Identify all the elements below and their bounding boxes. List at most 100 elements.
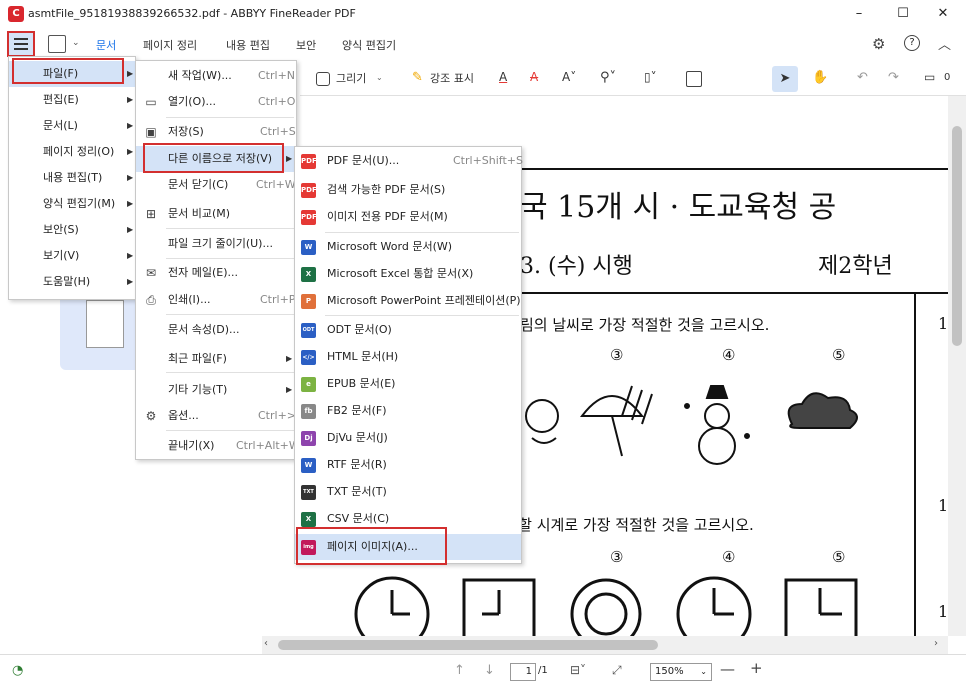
highlight-label[interactable]: 강조 표시	[430, 70, 474, 86]
close-document-item[interactable]: 문서 닫기(C) Ctrl+W	[136, 172, 296, 198]
redo-icon[interactable]: ↷	[888, 70, 899, 85]
menu-item-security[interactable]: 보안(S) ▶	[9, 217, 135, 243]
choice-4-label: ④	[722, 346, 736, 364]
csv-icon: X	[301, 512, 316, 527]
save-as-epub-item[interactable]: e EPUB 문서(E)	[295, 371, 521, 397]
choice-5-label: ⑤	[832, 346, 846, 364]
horizontal-scrollbar[interactable]: ‹ ›	[262, 636, 948, 654]
save-as-odt-item[interactable]: ODT ODT 문서(O)	[295, 317, 521, 343]
pdf-icon: PDF	[301, 183, 317, 198]
underline-text-icon[interactable]: A	[499, 70, 507, 84]
prev-page-icon[interactable]: ↑	[454, 663, 465, 678]
save-as-txt-item[interactable]: TXT TXT 문서(T)	[295, 479, 521, 505]
menu-item-help[interactable]: 도움말(H) ▶	[9, 269, 135, 295]
chevron-down-icon[interactable]: ⌄	[72, 38, 80, 48]
draw-label[interactable]: 그리기	[336, 70, 366, 86]
tab-edit-content[interactable]: 내용 편집	[226, 37, 270, 53]
recent-files-item[interactable]: 최근 파일(F) ▶	[136, 346, 296, 372]
txt-icon: TXT	[301, 485, 316, 500]
open-item[interactable]: ▭ 열기(O)... Ctrl+O	[136, 89, 296, 115]
choice-3-label: ③	[610, 346, 624, 364]
save-item[interactable]: ▣ 저장(S) Ctrl+S	[136, 119, 296, 145]
tab-form-editor[interactable]: 양식 편집기	[342, 37, 396, 53]
compare-documents-item[interactable]: ⊞ 문서 비교(M)	[136, 201, 296, 227]
status-bar: ◔ ↑ ↓ 1 /1 ⊟˅ ⤢ 150% ⌄ — +	[0, 654, 966, 690]
fit-page-icon[interactable]: ⤢	[612, 663, 622, 678]
comments-icon[interactable]: ▭	[924, 70, 935, 84]
zoom-value: 150%	[655, 666, 684, 677]
menu-item-edit[interactable]: 편집(E) ▶	[9, 87, 135, 113]
scan-icon[interactable]	[686, 71, 702, 87]
next-page-icon[interactable]: ↓	[484, 663, 495, 678]
pdf-icon: PDF	[301, 154, 317, 169]
save-as-html-item[interactable]: </> HTML 문서(H)	[295, 344, 521, 370]
save-as-searchable-pdf-item[interactable]: PDF 검색 가능한 PDF 문서(S)	[295, 177, 521, 203]
scroll-right-icon[interactable]: ›	[934, 638, 938, 649]
zoom-select[interactable]: 150% ⌄	[650, 663, 712, 681]
highlight-file-box	[12, 58, 124, 84]
margin-number-3: 1	[938, 602, 949, 621]
undo-icon[interactable]: ↶	[857, 70, 868, 85]
tab-security[interactable]: 보안	[296, 37, 316, 53]
other-features-item[interactable]: 기타 기능(T) ▶	[136, 377, 296, 403]
save-as-rtf-item[interactable]: W RTF 문서(R)	[295, 452, 521, 478]
save-as-powerpoint-item[interactable]: P Microsoft PowerPoint 프레젠테이션(P)	[295, 288, 521, 314]
document-properties-item[interactable]: 문서 속성(D)...	[136, 317, 296, 343]
draw-dropdown-icon[interactable]: ⌄	[376, 73, 383, 82]
menu-item-view[interactable]: 보기(V) ▶	[9, 243, 135, 269]
main-menu-button[interactable]	[7, 31, 35, 57]
save-as-word-item[interactable]: W Microsoft Word 문서(W)	[295, 234, 521, 260]
save-as-image-pdf-item[interactable]: PDF 이미지 전용 PDF 문서(M)	[295, 204, 521, 230]
highlight-save-as-box	[143, 143, 284, 173]
close-button[interactable]: ✕	[920, 2, 966, 26]
vertical-scrollbar[interactable]	[948, 96, 966, 636]
new-task-item[interactable]: 새 작업(W)... Ctrl+N	[136, 63, 296, 89]
collapse-ribbon-icon[interactable]: ︿	[938, 34, 951, 53]
select-pointer-icon[interactable]: ➤	[772, 66, 798, 92]
email-item[interactable]: ✉ 전자 메일(E)...	[136, 260, 296, 286]
save-as-excel-item[interactable]: X Microsoft Excel 통합 문서(X)	[295, 261, 521, 287]
print-item[interactable]: ⎙ 인쇄(I)... Ctrl+P	[136, 287, 296, 313]
djvu-icon: Dj	[301, 431, 316, 446]
fit-width-icon[interactable]: ⊟˅	[570, 663, 586, 677]
clock-illustrations	[354, 576, 858, 636]
odt-icon: ODT	[301, 323, 316, 338]
margin-number-1: 1	[938, 314, 949, 333]
menu-item-document[interactable]: 문서(L) ▶	[9, 113, 135, 139]
page-total: /1	[538, 665, 548, 676]
save-as-djvu-item[interactable]: Dj DjVu 문서(J)	[295, 425, 521, 451]
rtf-icon: W	[301, 458, 316, 473]
menu-item-form-editor[interactable]: 양식 편집기(M) ▶	[9, 191, 135, 217]
hand-tool-icon[interactable]: ✋	[812, 70, 828, 85]
shape-draw-icon[interactable]	[316, 72, 330, 86]
save-as-fb2-item[interactable]: fb FB2 문서(F)	[295, 398, 521, 424]
strikethrough-text-icon[interactable]: A	[530, 70, 538, 84]
reduce-file-size-item[interactable]: 파일 크기 줄이기(U)...	[136, 231, 296, 257]
tools-row: 그리기 ⌄ ✎ 강조 표시 A A A˅ ⚲˅ ▯˅ ➤ ✋ ↶ ↷ ▭ 0	[300, 62, 966, 96]
zoom-out-button[interactable]: —	[720, 660, 735, 678]
stamp-icon[interactable]: ⚲˅	[600, 70, 616, 85]
title-bar: C asmtFile_95181938839266532.pdf - ABBYY…	[0, 0, 966, 28]
help-icon[interactable]: ?	[904, 35, 920, 51]
minimize-button[interactable]: –	[836, 2, 882, 26]
highlight-pen-icon[interactable]: ✎	[412, 70, 423, 85]
exit-item[interactable]: 끝내기(X) Ctrl+Alt+W	[136, 433, 300, 459]
html-icon: </>	[301, 350, 316, 365]
insert-page-icon[interactable]: ▯˅	[644, 70, 657, 84]
app-icon: C	[8, 6, 24, 22]
zoom-in-button[interactable]: +	[750, 659, 763, 677]
doc-subheading-right: 제2학년	[818, 254, 893, 279]
save-icon[interactable]	[48, 35, 66, 53]
settings-gear-icon[interactable]: ⚙	[872, 35, 885, 53]
tab-organize-pages[interactable]: 페이지 정리	[143, 37, 197, 53]
insert-text-icon[interactable]: A˅	[562, 70, 576, 84]
page-thumbnail[interactable]	[86, 300, 124, 348]
ribbon-bar: ⌄ 문서 페이지 정리 내용 편집 보안 양식 편집기 ⚙ ? ︿	[0, 28, 966, 62]
scroll-left-icon[interactable]: ‹	[264, 638, 268, 649]
menu-item-organize-pages[interactable]: 페이지 정리(O) ▶	[9, 139, 135, 165]
page-number-input[interactable]: 1	[510, 663, 536, 681]
menu-item-edit-content[interactable]: 내용 편집(T) ▶	[9, 165, 135, 191]
options-item[interactable]: ⚙ 옵션... Ctrl+>	[136, 403, 296, 429]
save-as-pdf-item[interactable]: PDF PDF 문서(U)... Ctrl+Shift+S	[295, 148, 523, 174]
tab-document[interactable]: 문서	[96, 37, 116, 53]
